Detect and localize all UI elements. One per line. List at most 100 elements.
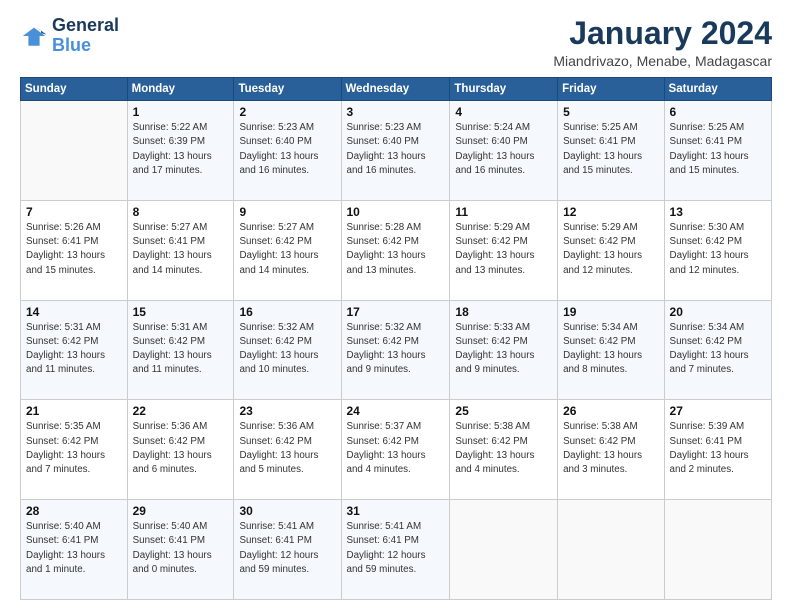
location: Miandrivazo, Menabe, Madagascar bbox=[553, 53, 772, 69]
day-info: Sunrise: 5:41 AMSunset: 6:41 PMDaylight:… bbox=[347, 521, 426, 575]
day-info: Sunrise: 5:25 AMSunset: 6:41 PMDaylight:… bbox=[670, 122, 749, 176]
table-row: 14 Sunrise: 5:31 AMSunset: 6:42 PMDaylig… bbox=[21, 300, 128, 400]
day-info: Sunrise: 5:34 AMSunset: 6:42 PMDaylight:… bbox=[670, 322, 749, 376]
table-row: 9 Sunrise: 5:27 AMSunset: 6:42 PMDayligh… bbox=[234, 200, 341, 300]
table-row bbox=[21, 101, 128, 201]
table-row: 24 Sunrise: 5:37 AMSunset: 6:42 PMDaylig… bbox=[341, 400, 450, 500]
day-info: Sunrise: 5:27 AMSunset: 6:41 PMDaylight:… bbox=[133, 222, 212, 276]
day-number: 27 bbox=[670, 404, 766, 418]
day-number: 20 bbox=[670, 305, 766, 319]
table-row: 10 Sunrise: 5:28 AMSunset: 6:42 PMDaylig… bbox=[341, 200, 450, 300]
day-info: Sunrise: 5:29 AMSunset: 6:42 PMDaylight:… bbox=[455, 222, 534, 276]
table-row: 25 Sunrise: 5:38 AMSunset: 6:42 PMDaylig… bbox=[450, 400, 558, 500]
day-info: Sunrise: 5:29 AMSunset: 6:42 PMDaylight:… bbox=[563, 222, 642, 276]
day-info: Sunrise: 5:36 AMSunset: 6:42 PMDaylight:… bbox=[133, 421, 212, 475]
day-number: 12 bbox=[563, 205, 658, 219]
day-info: Sunrise: 5:32 AMSunset: 6:42 PMDaylight:… bbox=[347, 322, 426, 376]
table-row: 27 Sunrise: 5:39 AMSunset: 6:41 PMDaylig… bbox=[664, 400, 771, 500]
table-row: 31 Sunrise: 5:41 AMSunset: 6:41 PMDaylig… bbox=[341, 500, 450, 600]
day-number: 8 bbox=[133, 205, 229, 219]
table-row: 11 Sunrise: 5:29 AMSunset: 6:42 PMDaylig… bbox=[450, 200, 558, 300]
table-row bbox=[558, 500, 664, 600]
day-number: 30 bbox=[239, 504, 335, 518]
table-row: 22 Sunrise: 5:36 AMSunset: 6:42 PMDaylig… bbox=[127, 400, 234, 500]
day-number: 23 bbox=[239, 404, 335, 418]
day-info: Sunrise: 5:27 AMSunset: 6:42 PMDaylight:… bbox=[239, 222, 318, 276]
table-row: 1 Sunrise: 5:22 AMSunset: 6:39 PMDayligh… bbox=[127, 101, 234, 201]
logo-icon bbox=[20, 22, 48, 50]
day-info: Sunrise: 5:38 AMSunset: 6:42 PMDaylight:… bbox=[455, 421, 534, 475]
day-number: 17 bbox=[347, 305, 445, 319]
day-number: 6 bbox=[670, 105, 766, 119]
table-row bbox=[450, 500, 558, 600]
table-row: 30 Sunrise: 5:41 AMSunset: 6:41 PMDaylig… bbox=[234, 500, 341, 600]
table-row bbox=[664, 500, 771, 600]
day-number: 16 bbox=[239, 305, 335, 319]
day-info: Sunrise: 5:22 AMSunset: 6:39 PMDaylight:… bbox=[133, 122, 212, 176]
table-row: 16 Sunrise: 5:32 AMSunset: 6:42 PMDaylig… bbox=[234, 300, 341, 400]
table-row: 6 Sunrise: 5:25 AMSunset: 6:41 PMDayligh… bbox=[664, 101, 771, 201]
table-row: 15 Sunrise: 5:31 AMSunset: 6:42 PMDaylig… bbox=[127, 300, 234, 400]
day-number: 19 bbox=[563, 305, 658, 319]
table-row: 18 Sunrise: 5:33 AMSunset: 6:42 PMDaylig… bbox=[450, 300, 558, 400]
table-row: 2 Sunrise: 5:23 AMSunset: 6:40 PMDayligh… bbox=[234, 101, 341, 201]
table-row: 4 Sunrise: 5:24 AMSunset: 6:40 PMDayligh… bbox=[450, 101, 558, 201]
calendar-week-4: 28 Sunrise: 5:40 AMSunset: 6:41 PMDaylig… bbox=[21, 500, 772, 600]
table-row: 29 Sunrise: 5:40 AMSunset: 6:41 PMDaylig… bbox=[127, 500, 234, 600]
day-info: Sunrise: 5:36 AMSunset: 6:42 PMDaylight:… bbox=[239, 421, 318, 475]
day-number: 10 bbox=[347, 205, 445, 219]
table-row: 8 Sunrise: 5:27 AMSunset: 6:41 PMDayligh… bbox=[127, 200, 234, 300]
day-info: Sunrise: 5:25 AMSunset: 6:41 PMDaylight:… bbox=[563, 122, 642, 176]
table-row: 23 Sunrise: 5:36 AMSunset: 6:42 PMDaylig… bbox=[234, 400, 341, 500]
header: GeneralBlue January 2024 Miandrivazo, Me… bbox=[20, 16, 772, 69]
col-saturday: Saturday bbox=[664, 78, 771, 101]
day-number: 25 bbox=[455, 404, 552, 418]
day-info: Sunrise: 5:34 AMSunset: 6:42 PMDaylight:… bbox=[563, 322, 642, 376]
table-row: 13 Sunrise: 5:30 AMSunset: 6:42 PMDaylig… bbox=[664, 200, 771, 300]
day-info: Sunrise: 5:41 AMSunset: 6:41 PMDaylight:… bbox=[239, 521, 318, 575]
day-info: Sunrise: 5:30 AMSunset: 6:42 PMDaylight:… bbox=[670, 222, 749, 276]
calendar-week-0: 1 Sunrise: 5:22 AMSunset: 6:39 PMDayligh… bbox=[21, 101, 772, 201]
day-info: Sunrise: 5:31 AMSunset: 6:42 PMDaylight:… bbox=[133, 322, 212, 376]
day-info: Sunrise: 5:40 AMSunset: 6:41 PMDaylight:… bbox=[26, 521, 105, 575]
day-info: Sunrise: 5:37 AMSunset: 6:42 PMDaylight:… bbox=[347, 421, 426, 475]
day-number: 22 bbox=[133, 404, 229, 418]
day-info: Sunrise: 5:24 AMSunset: 6:40 PMDaylight:… bbox=[455, 122, 534, 176]
day-number: 28 bbox=[26, 504, 122, 518]
table-row: 5 Sunrise: 5:25 AMSunset: 6:41 PMDayligh… bbox=[558, 101, 664, 201]
col-sunday: Sunday bbox=[21, 78, 128, 101]
day-info: Sunrise: 5:33 AMSunset: 6:42 PMDaylight:… bbox=[455, 322, 534, 376]
day-number: 1 bbox=[133, 105, 229, 119]
day-number: 24 bbox=[347, 404, 445, 418]
day-number: 3 bbox=[347, 105, 445, 119]
logo-text: GeneralBlue bbox=[52, 16, 119, 56]
calendar-header-row: Sunday Monday Tuesday Wednesday Thursday… bbox=[21, 78, 772, 101]
calendar-week-3: 21 Sunrise: 5:35 AMSunset: 6:42 PMDaylig… bbox=[21, 400, 772, 500]
month-title: January 2024 bbox=[553, 16, 772, 51]
day-number: 9 bbox=[239, 205, 335, 219]
day-number: 29 bbox=[133, 504, 229, 518]
title-area: January 2024 Miandrivazo, Menabe, Madaga… bbox=[553, 16, 772, 69]
table-row: 21 Sunrise: 5:35 AMSunset: 6:42 PMDaylig… bbox=[21, 400, 128, 500]
day-info: Sunrise: 5:38 AMSunset: 6:42 PMDaylight:… bbox=[563, 421, 642, 475]
day-number: 4 bbox=[455, 105, 552, 119]
table-row: 17 Sunrise: 5:32 AMSunset: 6:42 PMDaylig… bbox=[341, 300, 450, 400]
calendar: Sunday Monday Tuesday Wednesday Thursday… bbox=[20, 77, 772, 600]
table-row: 7 Sunrise: 5:26 AMSunset: 6:41 PMDayligh… bbox=[21, 200, 128, 300]
col-thursday: Thursday bbox=[450, 78, 558, 101]
day-number: 5 bbox=[563, 105, 658, 119]
page: GeneralBlue January 2024 Miandrivazo, Me… bbox=[0, 0, 792, 612]
day-number: 31 bbox=[347, 504, 445, 518]
day-info: Sunrise: 5:40 AMSunset: 6:41 PMDaylight:… bbox=[133, 521, 212, 575]
table-row: 20 Sunrise: 5:34 AMSunset: 6:42 PMDaylig… bbox=[664, 300, 771, 400]
day-number: 18 bbox=[455, 305, 552, 319]
calendar-week-1: 7 Sunrise: 5:26 AMSunset: 6:41 PMDayligh… bbox=[21, 200, 772, 300]
col-monday: Monday bbox=[127, 78, 234, 101]
day-info: Sunrise: 5:39 AMSunset: 6:41 PMDaylight:… bbox=[670, 421, 749, 475]
day-info: Sunrise: 5:26 AMSunset: 6:41 PMDaylight:… bbox=[26, 222, 105, 276]
table-row: 3 Sunrise: 5:23 AMSunset: 6:40 PMDayligh… bbox=[341, 101, 450, 201]
day-number: 14 bbox=[26, 305, 122, 319]
logo: GeneralBlue bbox=[20, 16, 119, 56]
day-number: 2 bbox=[239, 105, 335, 119]
day-number: 15 bbox=[133, 305, 229, 319]
